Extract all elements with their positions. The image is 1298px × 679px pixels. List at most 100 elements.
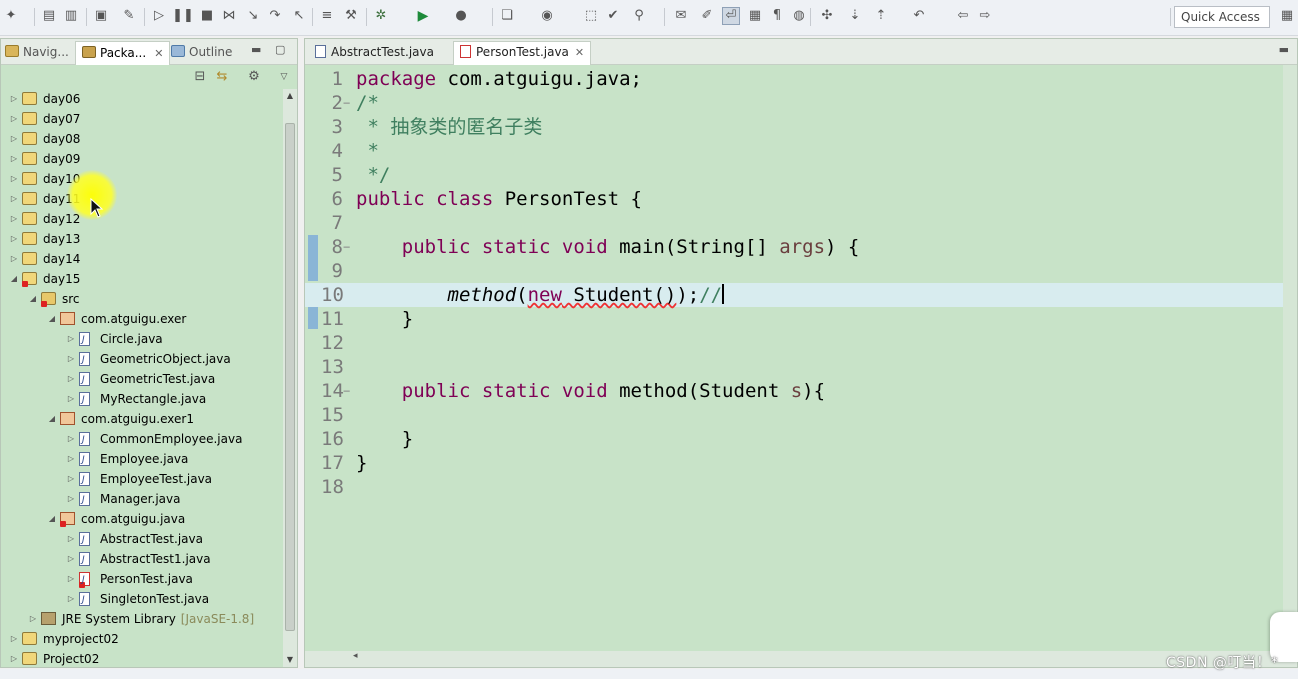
new-icon[interactable]: ✦ — [2, 7, 20, 25]
tree-item-geometrictest-java[interactable]: ▷ GeometricTest.java — [1, 369, 283, 390]
minimize-icon[interactable]: ▬ — [251, 43, 261, 56]
expand-icon[interactable]: ▷ — [66, 589, 76, 609]
close-icon[interactable]: ✕ — [154, 47, 163, 60]
quick-access-field[interactable]: Quick Access — [1174, 6, 1270, 28]
code-line[interactable]: 13 — [305, 355, 1283, 379]
expand-icon[interactable]: ▷ — [9, 649, 19, 669]
code-editor[interactable]: ✕ 1package com.atguigu.java;2−/*3 * 抽象类的… — [305, 65, 1297, 651]
scroll-left-icon[interactable]: ◂ — [353, 651, 358, 661]
expand-icon[interactable]: ▷ — [66, 549, 76, 569]
expand-icon[interactable]: ▷ — [66, 469, 76, 489]
terminate-icon[interactable]: ■ — [198, 7, 216, 25]
code-line[interactable]: 3 * 抽象类的匿名子类 — [305, 115, 1283, 139]
tree-item-employeetest-java[interactable]: ▷ EmployeeTest.java — [1, 469, 283, 490]
code-line[interactable]: 16 } — [305, 427, 1283, 451]
expand-icon[interactable]: ▷ — [66, 369, 76, 389]
tree-item-singletontest-java[interactable]: ▷ SingletonTest.java — [1, 589, 283, 610]
expand-icon[interactable]: ▷ — [9, 89, 19, 109]
expand-icon[interactable]: ▷ — [28, 609, 38, 629]
expand-icon[interactable]: ▷ — [66, 389, 76, 409]
collapse-icon[interactable]: ◢ — [47, 409, 57, 429]
resume-icon[interactable]: ▷ — [150, 7, 168, 25]
tree-item-persontest-java[interactable]: ▷ PersonTest.java — [1, 569, 283, 590]
new-java-project-icon[interactable]: ❏ — [498, 7, 516, 25]
tree-item-project02[interactable]: ▷ Project02 — [1, 649, 283, 669]
step-into-icon[interactable]: ↘ — [244, 7, 262, 25]
block-selection-icon[interactable]: ▦ — [746, 7, 764, 25]
tree-item-com-atguigu-exer[interactable]: ◢ com.atguigu.exer — [1, 309, 283, 329]
code-line[interactable]: 4 * — [305, 139, 1283, 163]
code-line[interactable]: 2−/* — [305, 91, 1283, 115]
scroll-up-icon[interactable]: ▲ — [283, 89, 297, 103]
code-line[interactable]: 6 public class PersonTest { — [305, 187, 1283, 211]
forward-icon[interactable]: ⇨ — [976, 7, 994, 25]
step-over-icon[interactable]: ↷ — [266, 7, 284, 25]
skip-breakpoints-icon[interactable]: ✎ — [120, 7, 138, 25]
tree-item-day08[interactable]: ▷ day08 — [1, 129, 283, 149]
expand-icon[interactable]: ▷ — [9, 629, 19, 649]
tree-item-myrectangle-java[interactable]: ▷ MyRectangle.java — [1, 389, 283, 410]
collapse-icon[interactable]: ◢ — [47, 309, 57, 329]
web-browser-icon[interactable]: ◍ — [790, 7, 808, 25]
expand-icon[interactable]: ▷ — [9, 129, 19, 149]
scroll-down-icon[interactable]: ▼ — [283, 653, 297, 667]
expand-icon[interactable]: ▷ — [66, 349, 76, 369]
java-browsing-icon[interactable]: ✣ — [818, 7, 836, 25]
expand-icon[interactable]: ▷ — [66, 569, 76, 589]
suspend-icon[interactable]: ❚❚ — [172, 7, 194, 25]
expand-icon[interactable]: ▷ — [9, 189, 19, 209]
code-line[interactable]: 18 — [305, 475, 1283, 499]
focus-on-task-icon[interactable]: ⚙ — [245, 68, 263, 86]
code-line[interactable]: 7 — [305, 211, 1283, 235]
code-line[interactable]: 14− public static void method(Student s)… — [305, 379, 1283, 403]
tree-item-myproject02[interactable]: ▷ myproject02 — [1, 629, 283, 649]
expand-icon[interactable]: ▷ — [9, 209, 19, 229]
refactor-icon[interactable]: ⚒ — [342, 7, 360, 25]
collapse-icon[interactable]: ◢ — [9, 269, 19, 289]
expand-icon[interactable]: ▷ — [66, 489, 76, 509]
tree-item-abstracttest1-java[interactable]: ▷ AbstractTest1.java — [1, 549, 283, 570]
tab-abstracttest-java[interactable]: AbstractTest.java — [309, 42, 440, 65]
collapse-all-icon[interactable]: ⊟ — [191, 68, 209, 86]
overview-ruler[interactable] — [1283, 65, 1297, 651]
maximize-icon[interactable]: ▢ — [275, 43, 285, 56]
tree-item-day15[interactable]: ◢ day15 — [1, 269, 283, 289]
back-icon[interactable]: ⇦ — [954, 7, 972, 25]
horizontal-scrollbar[interactable]: ◂ — [305, 651, 1297, 667]
show-whitespace-icon[interactable]: ¶ — [768, 7, 786, 25]
code-line[interactable]: 12 — [305, 331, 1283, 355]
collapse-icon[interactable]: ◢ — [28, 289, 38, 309]
tree-item-jre-system-library[interactable]: ▷ JRE System Library [JavaSE-1.8] — [1, 609, 283, 629]
disconnect-icon[interactable]: ⋈ — [220, 7, 238, 25]
code-line[interactable]: 9 — [305, 259, 1283, 283]
tree-item-employee-java[interactable]: ▷ Employee.java — [1, 449, 283, 470]
tree-item-manager-java[interactable]: ▷ Manager.java — [1, 489, 283, 510]
tree-item-day12[interactable]: ▷ day12 — [1, 209, 283, 229]
expand-icon[interactable]: ▷ — [9, 229, 19, 249]
fold-toggle-icon[interactable]: − — [343, 91, 353, 115]
tree-item-day06[interactable]: ▷ day06 — [1, 89, 283, 109]
terminal-icon[interactable]: ▣ — [92, 7, 110, 25]
expand-icon[interactable]: ▷ — [66, 529, 76, 549]
tree-item-commonemployee-java[interactable]: ▷ CommonEmployee.java — [1, 429, 283, 450]
expand-icon[interactable]: ▷ — [66, 449, 76, 469]
tree-item-day09[interactable]: ▷ day09 — [1, 149, 283, 169]
next-annotation-icon[interactable]: ⇣ — [846, 7, 864, 25]
new-class-icon[interactable]: ◉ — [538, 7, 556, 25]
expand-icon[interactable]: ▷ — [9, 169, 19, 189]
tree-item-abstracttest-java[interactable]: ▷ AbstractTest.java — [1, 529, 283, 550]
code-line[interactable]: 1 package com.atguigu.java; — [305, 67, 1283, 91]
link-with-editor-icon[interactable]: ⇆ — [213, 68, 231, 86]
prev-annotation-icon[interactable]: ⇡ — [872, 7, 890, 25]
run-external-icon[interactable]: ● — [452, 7, 470, 25]
tree-item-src[interactable]: ◢ src — [1, 289, 283, 309]
mark-occurrences-icon[interactable]: ✐ — [698, 7, 716, 25]
annotation-icon[interactable]: ✉ — [672, 7, 690, 25]
expand-icon[interactable]: ▷ — [9, 149, 19, 169]
run-icon[interactable]: ▶ — [414, 7, 432, 25]
code-line[interactable]: 15 — [305, 403, 1283, 427]
step-return-icon[interactable]: ↖ — [290, 7, 308, 25]
tree-item-circle-java[interactable]: ▷ Circle.java — [1, 329, 283, 350]
fold-toggle-icon[interactable]: − — [343, 379, 353, 403]
tree-item-geometricobject-java[interactable]: ▷ GeometricObject.java — [1, 349, 283, 370]
